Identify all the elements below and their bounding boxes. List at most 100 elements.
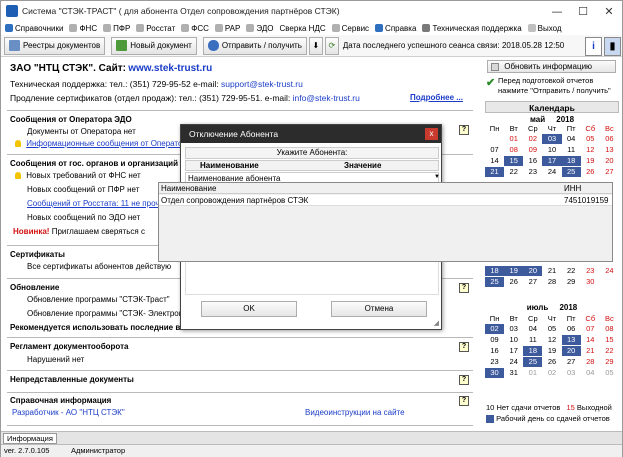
calendar-day[interactable]: 03 (504, 324, 523, 334)
menu-item-5[interactable]: РАР (214, 24, 240, 33)
calendar-day[interactable]: 07 (485, 145, 504, 155)
calendar-day[interactable]: 18 (485, 266, 505, 276)
calendar-day[interactable] (600, 277, 619, 287)
menu-item-10[interactable]: Техническая поддержка (422, 24, 522, 33)
maximize-button[interactable]: ☐ (570, 5, 596, 18)
menu-item-7[interactable]: Сверка НДС (279, 24, 325, 33)
close-button[interactable]: ✕ (596, 5, 622, 18)
calendar-day[interactable]: 26 (542, 357, 561, 367)
calendar-day[interactable]: 26 (581, 167, 600, 177)
rosstat-link[interactable]: Сообщений от Росстата: 11 не прочитан (27, 199, 176, 208)
calendar-day[interactable]: 26 (504, 277, 523, 287)
calendar-day[interactable]: 25 (561, 167, 581, 177)
calendar-day[interactable]: 22 (600, 346, 619, 356)
calendar-day[interactable]: 20 (600, 156, 619, 166)
menu-item-2[interactable]: ПФР (103, 24, 130, 33)
sync-button[interactable]: ⟳ (324, 36, 339, 55)
calendar-day[interactable]: 17 (504, 346, 523, 356)
calendar-day[interactable]: 23 (485, 357, 504, 367)
calendar-day[interactable]: 25 (523, 357, 543, 367)
calendar-day[interactable]: 08 (504, 145, 523, 155)
new-document-button[interactable]: Новый документ (111, 36, 197, 55)
update-info-button[interactable]: Обновить информацию (487, 60, 616, 73)
tab-info[interactable]: Информация (3, 433, 57, 444)
calendar-day[interactable]: 27 (600, 167, 619, 177)
calendar-day[interactable]: 11 (523, 335, 542, 345)
dialog-close-button[interactable]: x (425, 128, 438, 140)
calendar-day[interactable]: 19 (542, 346, 561, 356)
calendar-day[interactable]: 04 (581, 368, 600, 378)
cancel-button[interactable]: Отмена (331, 301, 427, 317)
calendar-day[interactable]: 23 (581, 266, 600, 276)
calendar-day[interactable]: 21 (581, 346, 600, 356)
calendar-day[interactable] (485, 134, 504, 144)
registry-button[interactable]: Реестры документов (4, 36, 106, 55)
calendar-day[interactable]: 09 (523, 145, 542, 155)
menu-item-6[interactable]: ЭДО (246, 24, 273, 33)
dropdown-arrow-icon[interactable]: ▼ (434, 174, 440, 180)
send-receive-button[interactable]: Отправить / получить (202, 36, 307, 55)
resize-grip-icon[interactable]: ◢ (434, 319, 439, 327)
calendar-day[interactable]: 05 (542, 324, 561, 334)
calendar-day[interactable]: 31 (504, 368, 523, 378)
regulation-help-icon[interactable]: ? (459, 342, 469, 352)
calendar-day[interactable]: 03 (542, 134, 562, 144)
menu-item-1[interactable]: ФНС (69, 24, 97, 33)
calendar-day[interactable]: 12 (581, 145, 600, 155)
calendar-day[interactable]: 30 (485, 368, 505, 378)
calendar-day[interactable]: 29 (600, 357, 619, 367)
calendar-day[interactable]: 07 (581, 324, 600, 334)
calendar-day[interactable]: 20 (561, 346, 581, 356)
book-button[interactable]: ▮ (604, 37, 621, 56)
ok-button[interactable]: OK (201, 301, 297, 317)
down-arrow-button[interactable]: ⬇ (308, 36, 323, 55)
calendar-day[interactable]: 10 (504, 335, 523, 345)
calendar-day[interactable]: 27 (523, 277, 542, 287)
calendar-day[interactable]: 14 (581, 335, 600, 345)
calendar-day[interactable]: 04 (562, 134, 581, 144)
calendar-day[interactable]: 28 (542, 277, 561, 287)
calendar-day[interactable]: 30 (581, 277, 600, 287)
calendar-day[interactable]: 01 (504, 134, 523, 144)
support-email-link[interactable]: support@stek-trust.ru (221, 79, 303, 89)
undelivered-help-icon[interactable]: ? (459, 375, 469, 385)
calendar-day[interactable]: 08 (600, 324, 619, 334)
calendar-day[interactable]: 14 (485, 156, 504, 166)
menu-item-9[interactable]: Справка (375, 24, 416, 33)
calendar-day[interactable]: 02 (542, 368, 561, 378)
calendar-day[interactable]: 21 (542, 266, 561, 276)
calendar-day[interactable]: 11 (562, 145, 581, 155)
calendar-day[interactable]: 23 (523, 167, 542, 177)
calendar-day[interactable]: 28 (581, 357, 600, 367)
developer-link[interactable]: Разработчик - АО "НТЦ СТЭК" (12, 408, 125, 417)
calendar-day[interactable]: 24 (542, 167, 561, 177)
calendar-day[interactable]: 05 (600, 368, 619, 378)
calendar-day[interactable]: 29 (562, 277, 581, 287)
calendar-day[interactable]: 16 (523, 156, 542, 166)
calendar-day[interactable]: 19 (504, 266, 524, 276)
calendar-day[interactable]: 15 (504, 156, 524, 166)
menu-item-11[interactable]: Выход (527, 24, 562, 33)
calendar-day[interactable]: 09 (485, 335, 504, 345)
calendar-day[interactable]: 18 (561, 156, 581, 166)
calendar-day[interactable]: 02 (485, 324, 505, 334)
menu-item-8[interactable]: Сервис (331, 24, 369, 33)
more-link[interactable]: Подробнее ... (410, 93, 463, 102)
calendar-day[interactable]: 02 (523, 134, 542, 144)
calendar-day[interactable]: 10 (542, 145, 561, 155)
update-help-icon[interactable]: ? (459, 283, 469, 293)
calendar-day[interactable]: 16 (485, 346, 504, 356)
calendar-day[interactable]: 15 (600, 335, 619, 345)
calendar-day[interactable]: 05 (581, 134, 600, 144)
calendar-day[interactable]: 06 (600, 134, 619, 144)
site-link[interactable]: www.stek-trust.ru (128, 63, 212, 74)
menu-item-3[interactable]: Росстат (136, 24, 175, 33)
calendar-day[interactable]: 03 (562, 368, 581, 378)
calendar-day[interactable]: 18 (523, 346, 543, 356)
reference-help-icon[interactable]: ? (459, 396, 469, 406)
calendar-day[interactable]: 22 (562, 266, 581, 276)
calendar-day[interactable]: 27 (562, 357, 581, 367)
calendar-day[interactable]: 19 (581, 156, 600, 166)
menu-item-4[interactable]: ФСС (181, 24, 209, 33)
calendar-day[interactable]: 22 (504, 167, 523, 177)
